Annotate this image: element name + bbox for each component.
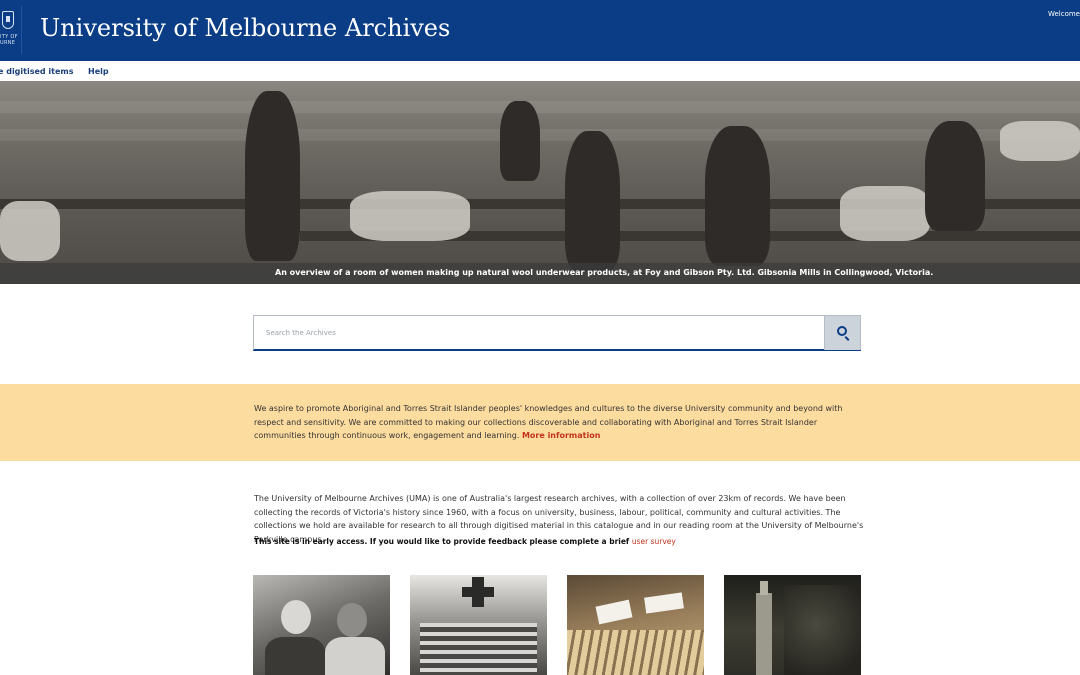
hero-window-light (0, 101, 1080, 113)
file-folders (567, 630, 704, 675)
hero-caption-text: An overview of a room of women making up… (275, 268, 934, 277)
hero-worker (500, 101, 540, 181)
hero-worker (565, 131, 620, 271)
acknowledgement-banner: We aspire to promote Aboriginal and Torr… (0, 384, 1080, 461)
user-survey-link[interactable]: user survey (632, 537, 676, 546)
spire (760, 581, 768, 595)
photo-body (265, 637, 325, 675)
hero-worker (925, 121, 985, 231)
collection-tile-files[interactable] (567, 575, 704, 675)
more-information-link[interactable]: More information (522, 431, 600, 440)
nav-item-help[interactable]: Help (88, 67, 109, 76)
early-access-notice: This site is in early access. If you wou… (254, 537, 864, 546)
photo-head (281, 600, 311, 634)
logo-text-line2: URNE (0, 40, 16, 46)
search-icon (837, 326, 847, 336)
search-button[interactable] (824, 316, 860, 350)
acknowledgement-text: We aspire to promote Aboriginal and Torr… (254, 402, 864, 443)
hero-window-light (0, 129, 1080, 141)
collection-tile-building[interactable] (724, 575, 861, 675)
collection-tile-hall[interactable] (410, 575, 547, 675)
early-access-text: This site is in early access. If you wou… (254, 537, 630, 546)
search-bar (253, 315, 861, 351)
file-tab (595, 599, 633, 625)
page: ITY OF URNE University of Melbourne Arch… (0, 0, 1080, 675)
hero-fabric (350, 191, 470, 241)
hero-image: An overview of a room of women making up… (0, 81, 1080, 284)
photo-body (325, 637, 385, 675)
site-title[interactable]: University of Melbourne Archives (40, 14, 450, 42)
logo-text: ITY OF URNE (0, 34, 18, 46)
tower (756, 593, 772, 675)
hero-fabric (1000, 121, 1080, 161)
photo-head (337, 603, 367, 637)
hero-fabric (0, 201, 60, 261)
site-header: ITY OF URNE University of Melbourne Arch… (0, 0, 1080, 61)
cross-icon (462, 587, 494, 597)
hall-rows (420, 623, 537, 675)
hero-worker (705, 126, 770, 266)
file-tab (644, 592, 684, 614)
hero-fabric (840, 186, 930, 241)
welcome-text: Welcome (1047, 10, 1080, 18)
nav-item-digitised-items[interactable]: e digitised items (0, 67, 74, 76)
crest-icon (2, 11, 14, 29)
hero-worker (245, 91, 300, 261)
search-input[interactable] (254, 316, 825, 350)
collection-tile-people[interactable] (253, 575, 390, 675)
university-logo[interactable]: ITY OF URNE (0, 6, 22, 54)
hero-caption: An overview of a room of women making up… (0, 263, 1080, 284)
trees (784, 585, 861, 675)
main-nav: e digitised items Help (0, 61, 1080, 81)
